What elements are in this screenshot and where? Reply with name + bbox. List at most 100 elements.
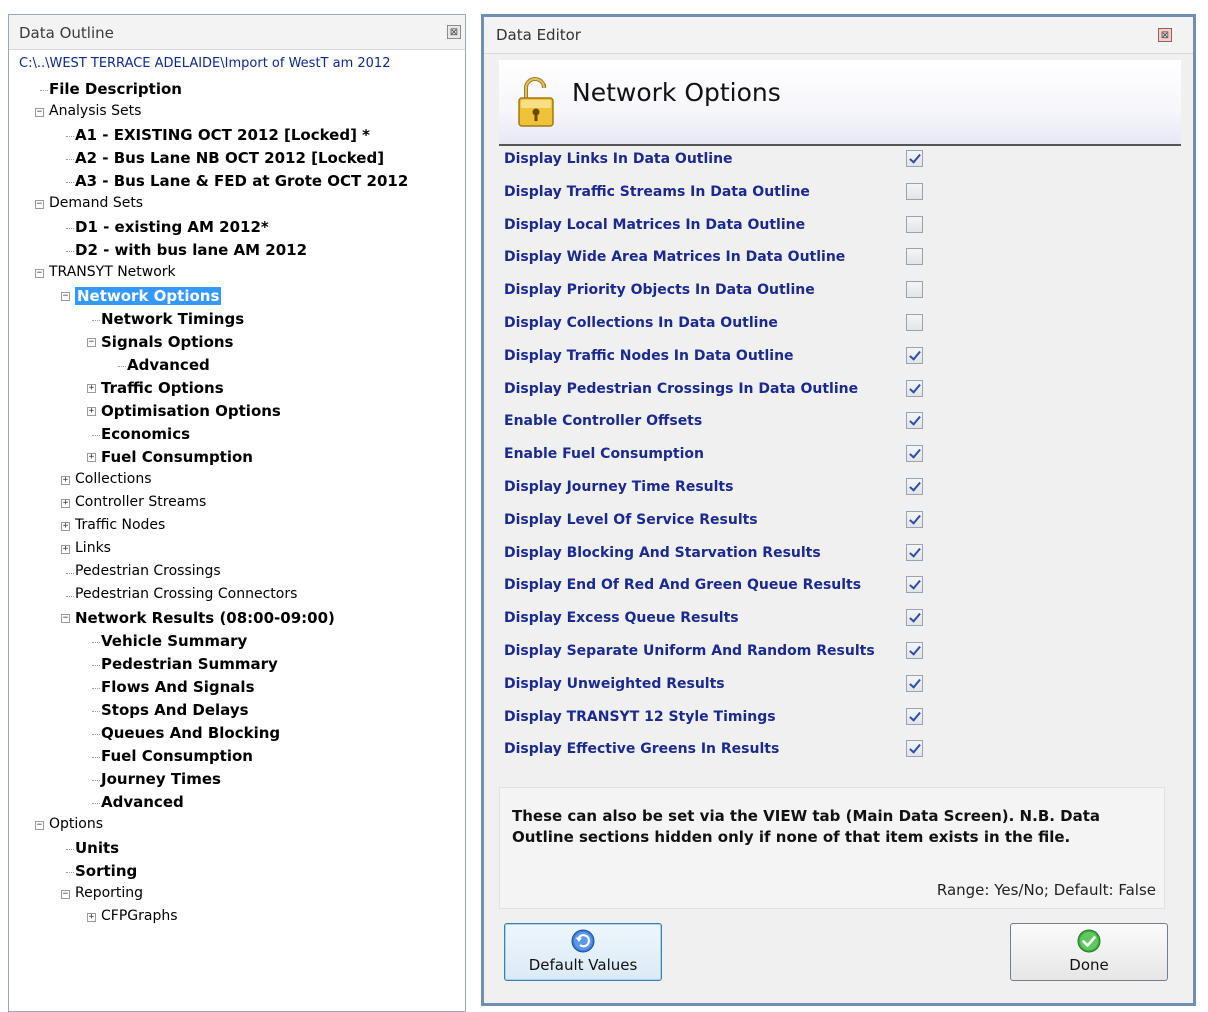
option-checkbox[interactable] [906,674,923,692]
data-editor-pane: Data Editor ⊠ Network Options Display Li… [481,14,1196,1006]
cropped-top-strip [0,0,1208,12]
collapse-icon[interactable]: − [35,200,44,209]
tree-node-label: Collections [75,471,152,487]
tree-connector [118,366,126,367]
section-banner: Network Options [499,60,1181,146]
option-checkbox[interactable] [906,576,923,594]
tree-connector [92,757,100,758]
option-label: Display Traffic Streams In Data Outline [504,183,810,200]
collapse-icon[interactable]: − [35,821,44,830]
option-row: Display Separate Uniform And Random Resu… [504,637,924,669]
done-button[interactable]: Done [1010,923,1168,981]
option-checkbox[interactable] [906,412,923,430]
data-outline-header: Data Outline ⊠ [9,15,465,50]
tree-node-label: A3 - Bus Lane & FED at Grote OCT 2012 [75,172,409,190]
tree-node-label: Links [75,540,111,556]
tree-node-label: Network Timings [101,310,245,328]
option-checkbox[interactable] [906,314,923,331]
option-checkbox[interactable] [906,379,923,397]
option-checkbox[interactable] [906,478,923,495]
option-checkbox[interactable] [906,707,923,725]
tree-node-label: File Description [49,80,182,98]
option-row: Enable Fuel Consumption [504,440,924,472]
lock-icon [518,77,554,127]
tree-connector [66,159,74,160]
help-box: These can also be set via the VIEW tab (… [499,787,1165,909]
expand-icon[interactable]: + [61,499,70,508]
tree-node-label: Journey Times [101,770,221,788]
expand-icon[interactable]: + [87,407,96,416]
tree-connector [92,803,100,804]
tree-node-label: Optimisation Options [101,402,281,420]
option-checkbox[interactable] [906,150,923,167]
option-checkbox[interactable] [906,215,923,233]
option-label: Display Effective Greens In Results [504,741,780,758]
tree-node-label: CFPGraphs [101,908,178,924]
tree-connector [66,251,74,252]
expand-icon[interactable]: + [87,384,96,393]
option-row: Display Local Matrices In Data Outline [504,211,924,243]
close-icon[interactable]: ⊠ [447,25,461,39]
data-editor-header: Data Editor ⊠ [484,17,1193,54]
tree-node-label: Network Options [75,287,222,305]
option-checkbox[interactable] [906,248,923,266]
tree-connector [66,872,74,873]
tree-connector [66,182,74,183]
collapse-icon[interactable]: − [61,614,70,623]
option-checkbox[interactable] [906,346,923,364]
option-row: Display Level Of Service Results [504,506,924,538]
option-label: Display Blocking And Starvation Results [504,544,821,561]
option-checkbox[interactable] [906,510,923,528]
option-label: Display Local Matrices In Data Outline [504,216,806,233]
data-outline-pane: Data Outline ⊠ C:\..\WEST TERRACE ADELAI… [8,14,466,1012]
undo-icon [571,929,595,953]
option-row: Display Traffic Streams In Data Outline [504,178,924,210]
expand-icon[interactable]: + [87,453,96,462]
tree-connector [92,734,100,735]
tree-connector [66,136,74,137]
option-row: Display Journey Time Results [504,473,924,505]
tree-node-label: Pedestrian Crossings [75,563,221,579]
tree-node-label: Traffic Nodes [75,517,166,533]
outline-tree: C:\..\WEST TERRACE ADELAIDE\Import of We… [9,53,465,1011]
close-icon[interactable]: ⊠ [1158,28,1172,42]
collapse-icon[interactable]: − [35,269,44,278]
tree-node-label: Advanced [101,793,184,811]
option-checkbox[interactable] [906,740,923,758]
option-checkbox[interactable] [906,609,923,627]
expand-icon[interactable]: + [61,476,70,485]
tree-node-label: Units [75,839,120,857]
expand-icon[interactable]: + [61,545,70,554]
option-checkbox[interactable] [906,543,923,561]
tree-connector [92,688,100,689]
tree-node-label: Fuel Consumption [101,747,253,765]
option-checkbox[interactable] [906,642,923,659]
expand-icon[interactable]: + [61,522,70,531]
option-checkbox[interactable] [906,281,923,299]
default-values-button[interactable]: Default Values [504,923,662,981]
option-row: Display Wide Area Matrices In Data Outli… [504,243,924,275]
option-label: Display TRANSYT 12 Style Timings [504,708,776,725]
option-checkbox[interactable] [906,182,923,200]
collapse-icon[interactable]: − [61,890,70,899]
expand-icon[interactable]: + [87,913,96,922]
collapse-icon[interactable]: − [61,292,70,301]
option-label: Display Pedestrian Crossings In Data Out… [504,380,859,397]
collapse-icon[interactable]: − [87,338,96,347]
tree-connector [66,849,74,850]
option-row: Display Pedestrian Crossings In Data Out… [504,375,924,407]
done-label: Done [1069,956,1109,974]
tree-node-label: Network Results (08:00-09:00) [75,609,335,627]
option-label: Enable Controller Offsets [504,413,703,430]
range-text: Range: Yes/No; Default: False [936,881,1156,899]
option-label: Display Excess Queue Results [504,610,739,627]
tree-node-label: Advanced [127,356,210,374]
tree-connector [92,780,100,781]
option-checkbox[interactable] [906,445,923,463]
collapse-icon[interactable]: − [35,108,44,117]
tree-connector [92,665,100,666]
data-editor-title: Data Editor [496,26,581,44]
tree-node-label: Flows And Signals [101,678,255,696]
option-label: Display Links In Data Outline [504,151,733,167]
option-row: Display End Of Red And Green Queue Resul… [504,571,924,603]
